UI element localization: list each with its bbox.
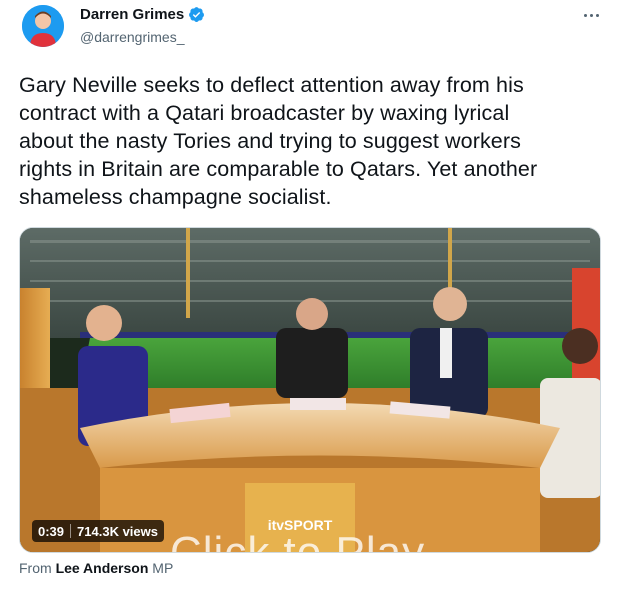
video-duration: 0:39: [38, 523, 65, 539]
avatar-person-icon: [22, 5, 64, 47]
video-player[interactable]: itvSPORT 0:39 714.3K views Click to Play: [19, 227, 601, 553]
verified-badge-icon: [189, 7, 205, 22]
author-avatar[interactable]: [22, 5, 64, 47]
author-handle[interactable]: @darrengrimes_: [80, 29, 184, 45]
source-suffix: MP: [152, 560, 174, 576]
author-name-row[interactable]: Darren Grimes: [80, 6, 205, 23]
tweet-text: Gary Neville seeks to deflect attention …: [19, 73, 538, 209]
tweet-card[interactable]: Darren Grimes @darrengrimes_ Gary Nevill…: [0, 0, 634, 591]
click-to-play-watermark[interactable]: Click to Play: [170, 528, 425, 552]
author-display-name[interactable]: Darren Grimes: [80, 6, 184, 23]
source-name-link[interactable]: Lee Anderson: [56, 560, 149, 576]
source-attribution: From Lee Anderson MP: [19, 560, 173, 576]
from-prefix: From: [19, 560, 52, 576]
video-thumbnail: itvSPORT: [20, 228, 600, 552]
video-stats-pill: 0:39 714.3K views: [32, 520, 164, 542]
video-views: 714.3K views: [77, 523, 158, 539]
divider: [70, 524, 72, 538]
more-options-icon[interactable]: [580, 6, 602, 24]
